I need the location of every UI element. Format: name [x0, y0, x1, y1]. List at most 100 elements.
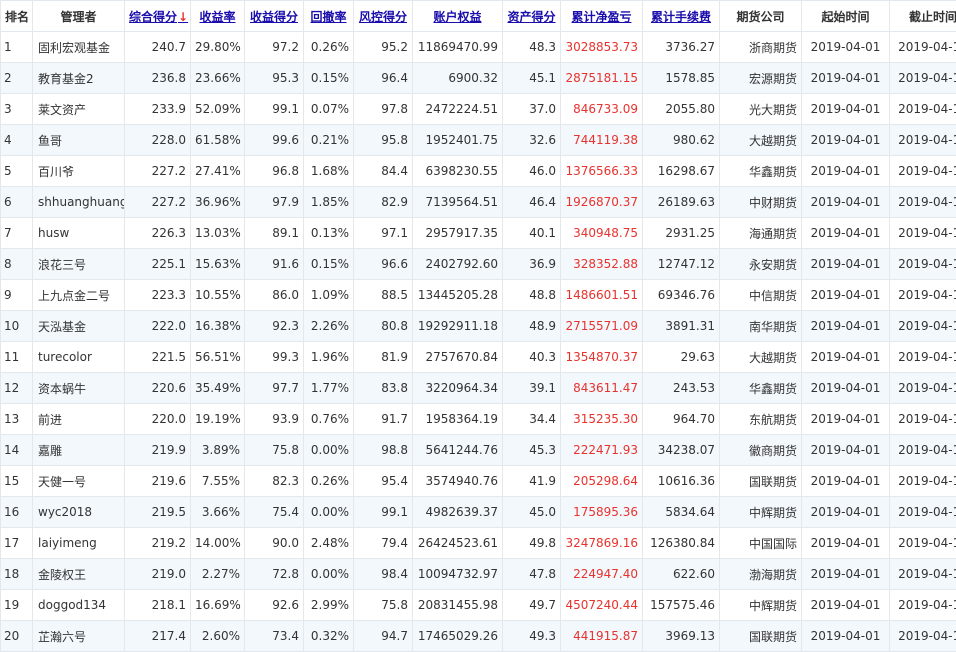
cell-rank: 4 [1, 125, 33, 156]
cell-asset-score: 37.0 [503, 94, 561, 125]
cell-end-date: 2019-04-11 [890, 373, 956, 404]
header-equity[interactable]: 账户权益 [413, 1, 503, 32]
cell-equity: 3220964.34 [413, 373, 503, 404]
cell-rank: 19 [1, 590, 33, 621]
cell-end-date: 2019-04-11 [890, 528, 956, 559]
cell-manager[interactable]: 固利宏观基金 [33, 32, 125, 63]
cell-drawdown: 0.76% [304, 404, 354, 435]
cell-manager[interactable]: 金陵权王 [33, 559, 125, 590]
sort-link-return-score[interactable]: 收益得分 [250, 10, 298, 24]
sort-link-return-rate[interactable]: 收益率 [199, 10, 235, 24]
header-drawdown[interactable]: 回撤率 [304, 1, 354, 32]
header-return-score[interactable]: 收益得分 [245, 1, 304, 32]
cell-return-score: 92.3 [245, 311, 304, 342]
cell-manager[interactable]: 百川爷 [33, 156, 125, 187]
table-row: 4鱼哥228.061.58%99.60.21%95.81952401.7532.… [1, 125, 956, 156]
cell-return-score: 89.1 [245, 218, 304, 249]
cell-manager[interactable]: 天健一号 [33, 466, 125, 497]
cell-broker: 宏源期货 [720, 63, 802, 94]
cell-equity: 11869470.99 [413, 32, 503, 63]
cell-risk-score: 83.8 [354, 373, 413, 404]
cell-manager[interactable]: husw [33, 218, 125, 249]
sort-link-asset-score[interactable]: 资产得分 [507, 10, 555, 24]
cell-manager[interactable]: 嘉雕 [33, 435, 125, 466]
cell-manager[interactable]: doggod134 [33, 590, 125, 621]
header-net-pnl[interactable]: 累计净盈亏 [561, 1, 643, 32]
cell-asset-score: 45.1 [503, 63, 561, 94]
cell-manager[interactable]: 资本蜗牛 [33, 373, 125, 404]
sort-link-total-score[interactable]: 综合得分↓ [129, 10, 188, 24]
cell-risk-score: 79.4 [354, 528, 413, 559]
sort-link-drawdown[interactable]: 回撤率 [310, 10, 346, 24]
cell-return-score: 93.9 [245, 404, 304, 435]
cell-total-score: 227.2 [125, 156, 191, 187]
cell-end-date: 2019-04-11 [890, 249, 956, 280]
cell-start-date: 2019-04-01 [802, 528, 890, 559]
cell-equity: 19292911.18 [413, 311, 503, 342]
cell-return-rate: 27.41% [191, 156, 245, 187]
cell-total-score: 219.9 [125, 435, 191, 466]
cell-manager[interactable]: 教育基金2 [33, 63, 125, 94]
cell-manager[interactable]: 上九点金二号 [33, 280, 125, 311]
cell-risk-score: 96.6 [354, 249, 413, 280]
header-risk-score[interactable]: 风控得分 [354, 1, 413, 32]
cell-broker: 中辉期货 [720, 497, 802, 528]
cell-manager[interactable]: 芷瀚六号 [33, 621, 125, 652]
cell-asset-score: 48.9 [503, 311, 561, 342]
table-row: 8浪花三号225.115.63%91.60.15%96.62402792.603… [1, 249, 956, 280]
header-asset-score[interactable]: 资产得分 [503, 1, 561, 32]
table-row: 11turecolor221.556.51%99.31.96%81.927576… [1, 342, 956, 373]
cell-rank: 13 [1, 404, 33, 435]
cell-return-score: 75.4 [245, 497, 304, 528]
table-row: 10天泓基金222.016.38%92.32.26%80.819292911.1… [1, 311, 956, 342]
cell-return-rate: 2.60% [191, 621, 245, 652]
cell-manager[interactable]: 莱文资产 [33, 94, 125, 125]
cell-manager[interactable]: turecolor [33, 342, 125, 373]
cell-manager[interactable]: 浪花三号 [33, 249, 125, 280]
cell-broker: 大越期货 [720, 342, 802, 373]
cell-manager[interactable]: 天泓基金 [33, 311, 125, 342]
cell-return-score: 99.1 [245, 94, 304, 125]
cell-drawdown: 0.26% [304, 32, 354, 63]
cell-manager[interactable]: shhuanghuang [33, 187, 125, 218]
cell-manager[interactable]: 鱼哥 [33, 125, 125, 156]
cell-total-score: 225.1 [125, 249, 191, 280]
table-row: 14嘉雕219.93.89%75.80.00%98.85641244.7645.… [1, 435, 956, 466]
cell-broker: 大越期货 [720, 125, 802, 156]
header-total-score[interactable]: 综合得分↓ [125, 1, 191, 32]
cell-asset-score: 48.3 [503, 32, 561, 63]
sort-link-equity[interactable]: 账户权益 [433, 10, 481, 24]
cell-manager[interactable]: laiyimeng [33, 528, 125, 559]
sort-link-fees[interactable]: 累计手续费 [651, 10, 711, 24]
cell-return-rate: 61.58% [191, 125, 245, 156]
cell-return-rate: 15.63% [191, 249, 245, 280]
header-fees[interactable]: 累计手续费 [643, 1, 720, 32]
cell-risk-score: 97.8 [354, 94, 413, 125]
cell-asset-score: 49.8 [503, 528, 561, 559]
cell-end-date: 2019-04-11 [890, 497, 956, 528]
header-broker: 期货公司 [720, 1, 802, 32]
cell-return-score: 97.7 [245, 373, 304, 404]
cell-manager[interactable]: wyc2018 [33, 497, 125, 528]
sort-link-risk-score[interactable]: 风控得分 [359, 10, 407, 24]
header-return-rate[interactable]: 收益率 [191, 1, 245, 32]
cell-equity: 2757670.84 [413, 342, 503, 373]
cell-fees: 243.53 [643, 373, 720, 404]
cell-total-score: 219.2 [125, 528, 191, 559]
cell-return-rate: 14.00% [191, 528, 245, 559]
cell-equity: 6398230.55 [413, 156, 503, 187]
cell-asset-score: 46.0 [503, 156, 561, 187]
cell-manager[interactable]: 前进 [33, 404, 125, 435]
cell-start-date: 2019-04-01 [802, 590, 890, 621]
cell-broker: 华鑫期货 [720, 156, 802, 187]
cell-net-pnl: 175895.36 [561, 497, 643, 528]
cell-fees: 5834.64 [643, 497, 720, 528]
cell-broker: 东航期货 [720, 404, 802, 435]
cell-net-pnl: 2715571.09 [561, 311, 643, 342]
sort-link-net-pnl[interactable]: 累计净盈亏 [571, 10, 631, 24]
cell-equity: 5641244.76 [413, 435, 503, 466]
cell-equity: 7139564.51 [413, 187, 503, 218]
cell-return-score: 99.3 [245, 342, 304, 373]
cell-end-date: 2019-04-11 [890, 94, 956, 125]
cell-drawdown: 0.00% [304, 497, 354, 528]
